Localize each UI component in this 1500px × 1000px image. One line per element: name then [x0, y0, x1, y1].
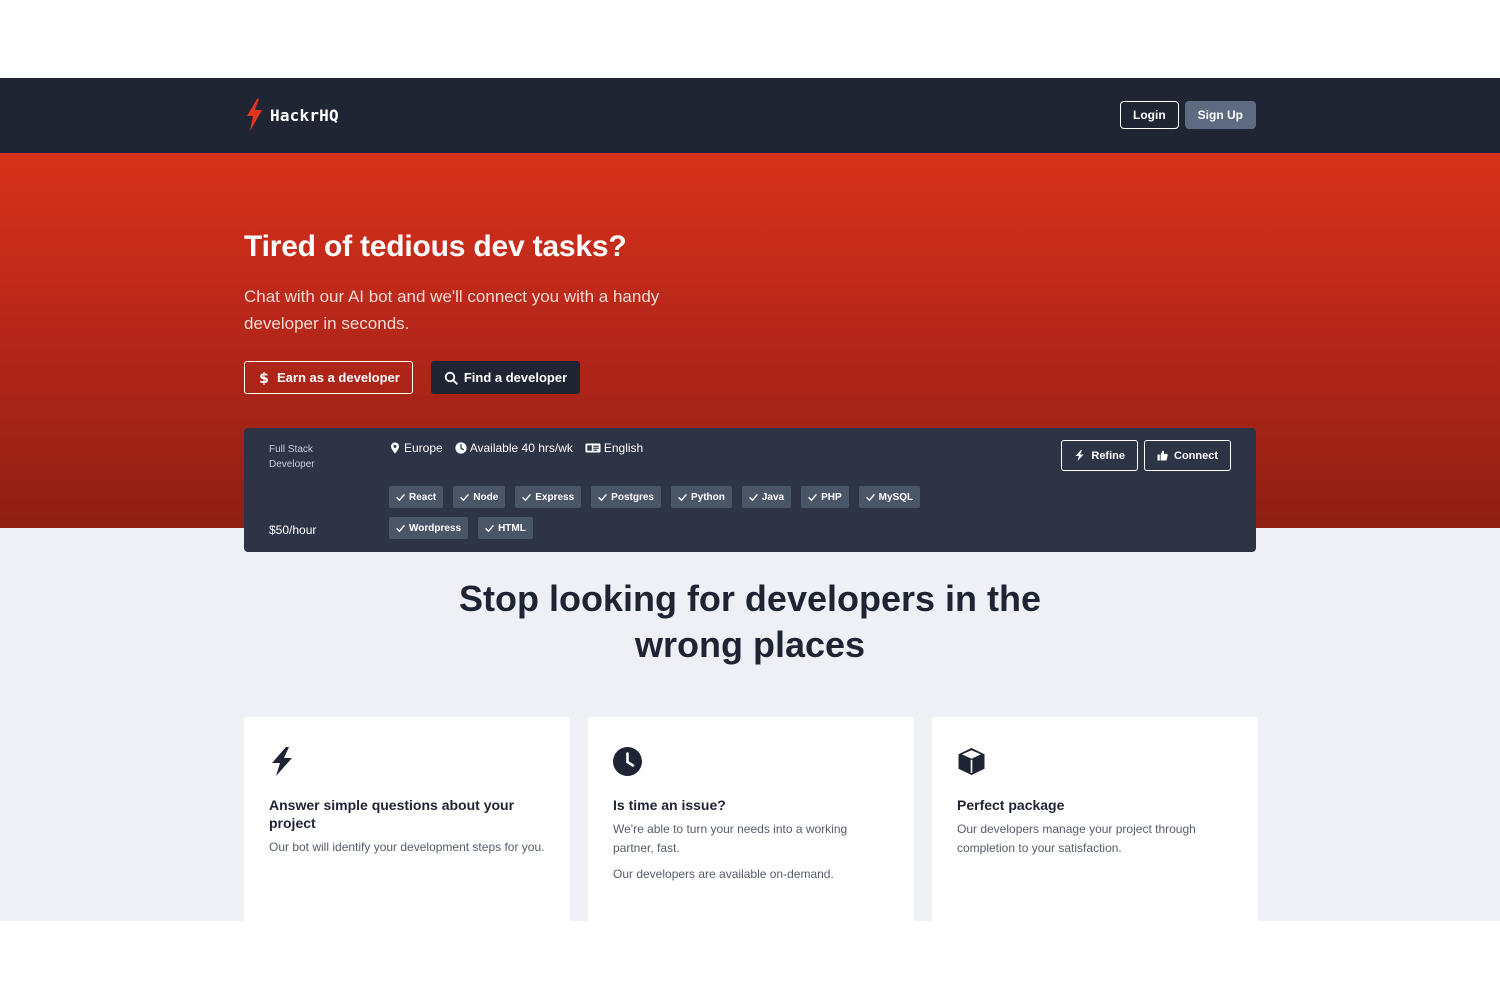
skill-label: Express — [535, 491, 575, 503]
brand-name: HackrHQ — [270, 105, 339, 125]
cube-icon — [958, 748, 985, 775]
feature-text: Our developers manage your project throu… — [957, 822, 1196, 855]
skill-chip: React — [389, 486, 444, 508]
feature-title: Is time an issue? — [613, 797, 726, 813]
skill-chip: PHP — [801, 486, 849, 508]
earn-button-label: Earn as a developer — [277, 370, 400, 385]
skill-chip: HTML — [478, 517, 533, 539]
svg-text:$: $ — [259, 371, 269, 385]
skill-chip: Postgres — [591, 486, 661, 508]
skill-label: React — [409, 491, 437, 503]
language-card-icon — [585, 443, 601, 453]
lightning-icon — [247, 99, 262, 131]
earn-as-developer-button[interactable]: $ Earn as a developer — [244, 361, 413, 394]
login-button[interactable]: Login — [1120, 101, 1179, 129]
feature-title: Perfect package — [957, 797, 1065, 813]
refine-button[interactable]: Refine — [1061, 440, 1138, 471]
availability: Available 40 hrs/wk — [455, 441, 573, 455]
lightning-icon — [1075, 450, 1084, 461]
check-icon — [598, 493, 607, 501]
skill-label: Wordpress — [409, 522, 462, 534]
hero-actions: $ Earn as a developer Find a developer — [244, 361, 581, 394]
check-icon — [808, 493, 817, 501]
connect-button[interactable]: Connect — [1144, 440, 1231, 471]
clock-icon — [455, 442, 467, 454]
developer-card-actions: Refine Connect — [1061, 440, 1231, 471]
lightning-icon — [272, 747, 292, 776]
skills-list: React Node Express Postgres Python Java … — [389, 486, 1009, 539]
refine-button-label: Refine — [1091, 449, 1125, 462]
nav-actions: Login Sign Up — [1120, 101, 1256, 129]
developer-rate: $50/hour — [269, 523, 317, 537]
developer-meta: Europe Available 40 hrs/wk English — [389, 441, 643, 455]
language-label: English — [603, 441, 644, 455]
skill-label: Python — [690, 491, 725, 503]
feature-text: Our developers are available on-demand. — [613, 867, 834, 881]
feature-card: Perfect package Our developers manage yo… — [932, 717, 1258, 921]
features-list: Answer simple questions about your proje… — [244, 717, 1258, 921]
check-icon — [396, 493, 405, 501]
language: English — [585, 441, 643, 455]
skill-label: HTML — [498, 522, 526, 534]
page: HackrHQ Login Sign Up Tired of tedious d… — [0, 78, 1500, 921]
developer-card: Full Stack Developer $50/hour Europe Ava… — [244, 428, 1256, 552]
skill-label: Postgres — [611, 491, 654, 503]
section-title: Stop looking for developers in the wrong… — [458, 578, 1042, 665]
skill-chip: Java — [741, 486, 792, 508]
brand[interactable]: HackrHQ — [244, 99, 339, 131]
feature-title: Answer simple questions about your proje… — [269, 797, 515, 831]
check-icon — [460, 493, 469, 501]
top-nav: HackrHQ Login Sign Up — [0, 78, 1500, 153]
hero-title: Tired of tedious dev tasks? — [244, 230, 627, 263]
check-icon — [678, 493, 687, 501]
skill-label: Java — [761, 491, 785, 503]
skill-chip: MySQL — [858, 486, 921, 508]
check-icon — [396, 524, 405, 532]
find-developer-button[interactable]: Find a developer — [430, 361, 581, 394]
thumbs-up-icon — [1157, 450, 1168, 461]
check-icon — [485, 524, 494, 532]
skill-chip: Express — [515, 486, 582, 508]
developer-role: Full Stack Developer — [269, 444, 315, 470]
feature-card: Is time an issue? We're able to turn you… — [588, 717, 914, 921]
check-icon — [522, 493, 531, 501]
clock-icon — [613, 747, 642, 776]
feature-card: Answer simple questions about your proje… — [244, 717, 570, 921]
check-icon — [749, 493, 758, 501]
dollar-icon: $ — [257, 371, 271, 385]
map-pin-icon — [391, 442, 399, 454]
hero-subtitle: Chat with our AI bot and we'll connect y… — [244, 287, 660, 333]
skill-label: MySQL — [878, 491, 914, 503]
skill-chip: Node — [453, 486, 506, 508]
check-icon — [865, 493, 875, 501]
location-label: Europe — [404, 441, 443, 455]
availability-label: Available 40 hrs/wk — [469, 441, 573, 455]
skill-chip: Python — [670, 486, 732, 508]
feature-text: Our bot will identify your development s… — [269, 840, 545, 854]
skill-label: Node — [473, 491, 499, 503]
skill-chip: Wordpress — [389, 517, 469, 539]
connect-button-label: Connect — [1174, 449, 1218, 462]
skill-label: PHP — [821, 491, 842, 503]
search-icon — [444, 371, 458, 385]
find-button-label: Find a developer — [463, 370, 568, 385]
location: Europe — [389, 441, 443, 455]
feature-text: We're able to turn your needs into a wor… — [613, 822, 848, 855]
signup-button[interactable]: Sign Up — [1184, 101, 1256, 129]
